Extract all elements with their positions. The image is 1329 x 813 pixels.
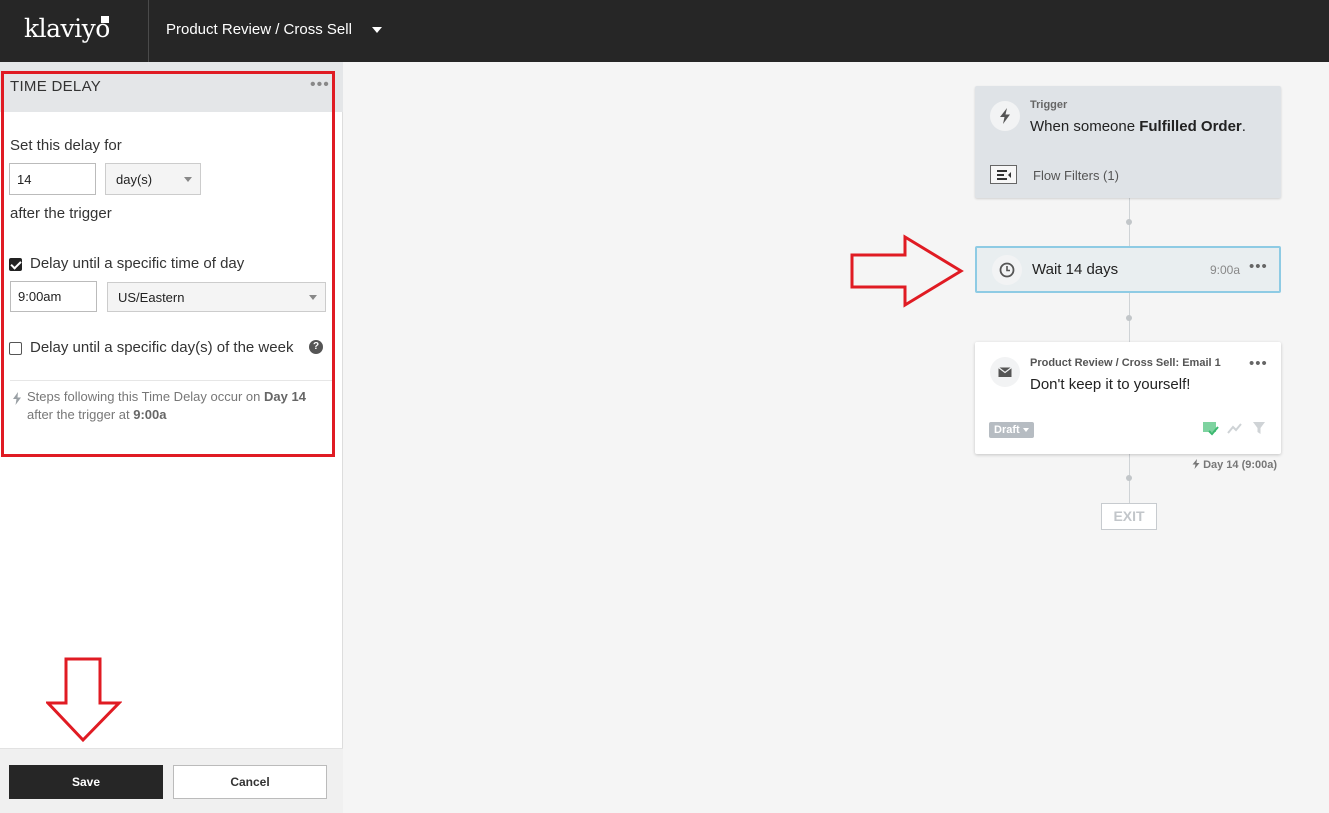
filter-list-icon[interactable] — [990, 165, 1017, 184]
chevron-down-icon — [1022, 428, 1029, 433]
exit-node: EXIT — [1101, 503, 1157, 530]
wait-label: Wait 14 days — [1032, 261, 1119, 278]
timezone-select[interactable]: US/Eastern — [107, 282, 326, 312]
day-label: Day 14 (9:00a) — [1192, 459, 1277, 471]
logo-flag-icon — [101, 16, 109, 23]
bolt-icon — [1000, 108, 1010, 124]
email-title: Product Review / Cross Sell: Email 1 — [1030, 357, 1221, 369]
status-badge[interactable]: Draft — [989, 422, 1034, 438]
filter-icon — [1253, 422, 1265, 434]
time-of-day-label[interactable]: Delay until a specific time of day — [30, 255, 244, 272]
time-of-day-checkbox[interactable] — [9, 258, 22, 271]
note-middle: after the trigger at — [27, 407, 134, 422]
email-card[interactable]: Product Review / Cross Sell: Email 1 Don… — [975, 342, 1281, 454]
chevron-down-icon — [184, 177, 192, 182]
connector-dot[interactable] — [1126, 475, 1132, 481]
after-trigger-label: after the trigger — [10, 205, 112, 222]
wait-card[interactable]: Wait 14 days 9:00a ••• — [975, 246, 1281, 293]
status-badge-label: Draft — [994, 424, 1020, 436]
more-options-icon[interactable]: ••• — [1249, 258, 1268, 275]
save-button[interactable]: Save — [9, 765, 163, 799]
email-subject: Don't keep it to yourself! — [1030, 376, 1191, 393]
panel-header: TIME DELAY ••• — [0, 62, 343, 112]
email-icon-circle — [990, 357, 1020, 387]
trigger-label: Trigger — [1030, 99, 1068, 111]
connector-dot[interactable] — [1126, 219, 1132, 225]
delay-unit-value: day(s) — [116, 172, 153, 187]
time-delay-panel: TIME DELAY ••• Set this delay for day(s)… — [0, 62, 343, 813]
day-label-text: Day 14 (9:00a) — [1203, 459, 1278, 471]
filter-lines-glyph — [997, 170, 1011, 180]
trigger-card[interactable]: Trigger When someone Fulfilled Order. Fl… — [975, 86, 1281, 198]
panel-footer: Save Cancel — [0, 748, 343, 813]
delay-summary-note: Steps following this Time Delay occur on… — [27, 388, 332, 424]
flow-canvas: Trigger When someone Fulfilled Order. Fl… — [344, 62, 1329, 813]
wait-icon-circle — [992, 255, 1022, 285]
trigger-desc-prefix: When someone — [1030, 118, 1140, 135]
trigger-description: When someone Fulfilled Order. — [1030, 118, 1246, 135]
divider — [10, 380, 332, 381]
chevron-down-icon — [309, 295, 317, 300]
time-of-day-input[interactable] — [10, 281, 97, 312]
trigger-desc-suffix: . — [1241, 118, 1246, 135]
flow-title[interactable]: Product Review / Cross Sell — [166, 21, 352, 38]
delay-amount-input[interactable] — [9, 163, 96, 195]
topbar-divider — [148, 0, 149, 62]
set-delay-label: Set this delay for — [10, 137, 122, 154]
day-of-week-checkbox[interactable] — [9, 342, 22, 355]
bolt-icon — [13, 392, 21, 405]
question-circle-icon[interactable]: ? — [309, 340, 323, 354]
klaviyo-logo[interactable]: klaviyo — [24, 14, 110, 43]
bolt-icon — [1192, 459, 1200, 469]
timezone-value: US/Eastern — [118, 290, 185, 305]
more-options-icon[interactable]: ••• — [1249, 355, 1268, 372]
top-bar: klaviyo Product Review / Cross Sell — [0, 0, 1329, 62]
envelope-icon — [998, 367, 1012, 377]
panel-title: TIME DELAY — [10, 78, 102, 95]
more-options-icon[interactable]: ••• — [310, 76, 330, 94]
connector-dot[interactable] — [1126, 315, 1132, 321]
check-icon — [1203, 422, 1219, 436]
trigger-icon-circle — [990, 101, 1020, 131]
flow-filters-link[interactable]: Flow Filters (1) — [1033, 168, 1119, 183]
split-icon — [1227, 423, 1242, 434]
cancel-button[interactable]: Cancel — [173, 765, 327, 799]
note-time: 9:00a — [133, 407, 167, 422]
delay-unit-select[interactable]: day(s) — [105, 163, 201, 195]
note-prefix: Steps following this Time Delay occur on — [27, 389, 264, 404]
day-of-week-label[interactable]: Delay until a specific day(s) of the wee… — [30, 339, 293, 356]
clock-icon — [999, 262, 1015, 278]
chevron-down-icon[interactable] — [372, 27, 382, 33]
wait-time: 9:00a — [1210, 263, 1241, 277]
trigger-event: Fulfilled Order — [1139, 118, 1242, 135]
note-day: Day 14 — [264, 389, 306, 404]
